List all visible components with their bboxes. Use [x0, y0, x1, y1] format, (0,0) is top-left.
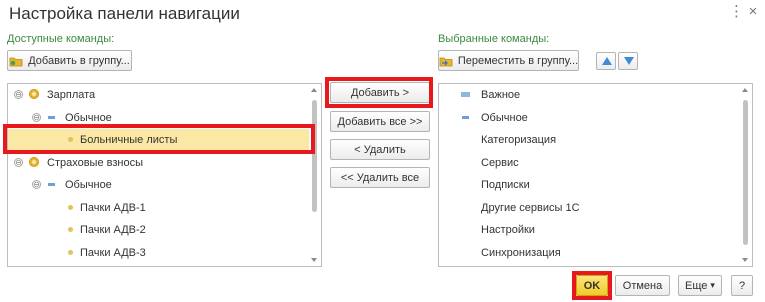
selected-commands-list[interactable]: Важное Обычное Категоризация Сервис Подписки… [438, 83, 753, 267]
add-all-button[interactable]: Добавить все >> [330, 111, 430, 132]
list-item[interactable]: Обычное [439, 107, 740, 129]
cancel-button[interactable]: Отмена [615, 275, 670, 296]
add-button[interactable]: Добавить > [330, 82, 430, 103]
tree-row-label: Зарплата [47, 89, 96, 101]
tree-row-label: Пачки АДВ-3 [80, 246, 146, 259]
list-item-label: Настройки [481, 224, 535, 236]
remove-button[interactable]: < Удалить [330, 139, 430, 160]
scroll-up-icon[interactable] [311, 88, 317, 92]
tree-row-label: Страховые взносы [47, 156, 143, 169]
tree-row[interactable]: Пачки АДВ-2 [8, 219, 309, 241]
tree-row-label: Пачки АДВ-2 [80, 224, 146, 236]
right-scrollbar[interactable] [740, 84, 752, 266]
list-item-label: Сервис [481, 156, 519, 169]
tree-row[interactable]: ⊖ Зарплата [8, 84, 309, 106]
list-item[interactable]: Сервис [439, 152, 740, 174]
more-actions-label: Еще [685, 279, 708, 292]
add-to-group-label: Добавить в группу... [28, 54, 130, 67]
scroll-down-icon[interactable] [742, 258, 748, 262]
tree-row[interactable]: Пачки АДВ-3 [8, 242, 309, 264]
folder-icon [29, 89, 39, 99]
list-item[interactable]: Категоризация [439, 129, 740, 151]
tree-row[interactable]: Пачки АДВ-1 [8, 197, 309, 219]
collapse-icon[interactable]: ⊖ [14, 157, 23, 167]
list-item[interactable]: Настройки [439, 219, 740, 241]
tree-row[interactable]: ⊖ Страховые взносы [8, 152, 309, 174]
folder-move-icon [439, 55, 453, 67]
scroll-down-icon[interactable] [311, 258, 317, 262]
scroll-thumb[interactable] [743, 100, 748, 245]
collapse-icon[interactable]: ⊖ [32, 180, 41, 189]
list-item-label: Подписки [481, 179, 530, 191]
tree-row-label: Пачки АДВ-1 [80, 201, 146, 214]
move-down-button[interactable] [618, 52, 638, 70]
group-icon [48, 183, 55, 186]
command-icon [68, 137, 73, 142]
arrow-down-icon [624, 57, 634, 65]
available-commands-tree[interactable]: ⊖ Зарплата ⊖ Обычное Больничные листы ⊖ Страхо… [7, 83, 322, 267]
help-button[interactable]: ? [731, 275, 753, 296]
group-icon [48, 115, 55, 119]
scroll-thumb[interactable] [312, 100, 317, 212]
more-actions-button[interactable]: Еще ▾ [678, 275, 722, 296]
command-icon [68, 249, 73, 255]
group-icon [462, 115, 469, 119]
list-item[interactable]: Другие сервисы 1С [439, 197, 740, 219]
tree-row[interactable]: Больничные листы [8, 129, 309, 151]
list-item-label: Другие сервисы 1С [481, 201, 580, 214]
tree-row-label: Обычное [65, 179, 112, 191]
tree-row-label: Обычное [65, 111, 112, 124]
more-menu-icon[interactable]: ⋮ [729, 4, 744, 20]
list-item[interactable]: Синхронизация [439, 242, 740, 264]
tree-row-label: Больничные листы [80, 134, 178, 146]
ok-button[interactable]: OK [576, 275, 608, 296]
list-item-label: Важное [481, 89, 521, 101]
group-icon [461, 92, 470, 97]
tree-row[interactable]: ⊖ Обычное [8, 107, 309, 129]
list-item[interactable]: Подписки [439, 174, 740, 196]
move-to-group-label: Переместить в группу... [457, 54, 579, 67]
close-icon[interactable]: × [746, 4, 760, 20]
add-to-group-button[interactable]: Добавить в группу... [7, 50, 132, 71]
move-to-group-button[interactable]: Переместить в группу... [438, 50, 579, 71]
folder-add-icon [9, 55, 23, 67]
available-commands-label: Доступные команды: [7, 33, 115, 45]
tree-row[interactable]: ⊖ Обычное [8, 174, 309, 196]
left-scrollbar[interactable] [309, 84, 321, 266]
collapse-icon[interactable]: ⊖ [14, 90, 23, 99]
list-item-label: Категоризация [481, 134, 557, 146]
folder-icon [29, 156, 39, 167]
list-item[interactable]: Важное [439, 84, 740, 106]
remove-all-button[interactable]: << Удалить все [330, 167, 430, 188]
selected-commands-label: Выбранные команды: [438, 33, 550, 45]
scroll-up-icon[interactable] [742, 88, 748, 92]
list-item-label: Синхронизация [481, 246, 561, 259]
arrow-up-icon [602, 57, 612, 65]
command-icon [68, 227, 73, 232]
collapse-icon[interactable]: ⊖ [32, 112, 41, 122]
command-icon [68, 204, 73, 210]
list-item-label: Обычное [481, 111, 528, 124]
dialog-title: Настройка панели навигации [9, 4, 240, 23]
move-up-button[interactable] [596, 52, 616, 70]
chevron-down-icon: ▾ [710, 280, 715, 290]
